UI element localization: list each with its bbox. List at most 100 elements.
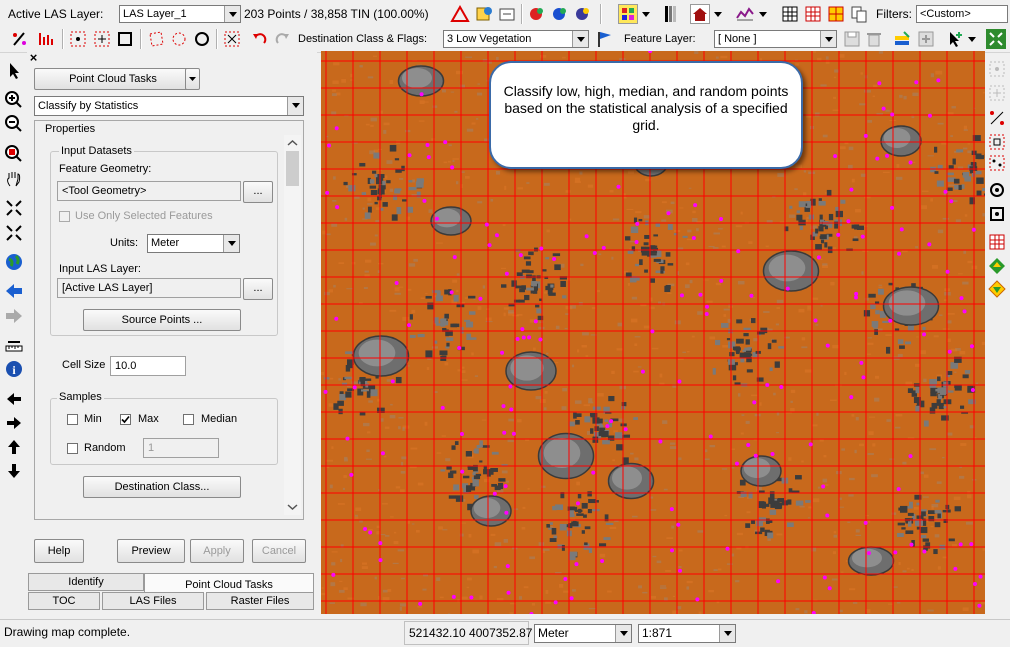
fixed-zoom-icon[interactable]: [4, 223, 24, 243]
tab-las-files[interactable]: LAS Files: [102, 592, 204, 610]
move-point-icon[interactable]: [987, 83, 1007, 103]
flag-icon[interactable]: [594, 29, 614, 49]
color-mode-dropdown-icon[interactable]: [640, 4, 652, 24]
select-scatter-icon[interactable]: [987, 153, 1007, 173]
clear-selection-icon[interactable]: [222, 29, 242, 49]
layer-add-icon[interactable]: [474, 4, 494, 24]
destination-class-button[interactable]: Destination Class...: [83, 476, 241, 498]
undo-icon[interactable]: [250, 29, 270, 49]
pointer-tool-icon[interactable]: [945, 29, 965, 49]
properties-scrollbar[interactable]: [284, 135, 301, 515]
select-points-icon[interactable]: [68, 29, 88, 49]
cell-size-input[interactable]: 10.0: [110, 356, 186, 376]
map-view[interactable]: Classify low, high, median, and random p…: [321, 51, 985, 614]
classify-ground-icon[interactable]: [573, 4, 593, 24]
layer-add-feature-icon[interactable]: [916, 29, 936, 49]
export-icon[interactable]: [497, 4, 517, 24]
nav-left-icon[interactable]: [4, 389, 24, 409]
status-units-select[interactable]: Meter: [534, 624, 632, 643]
scrollbar-thumb[interactable]: [286, 151, 299, 186]
tab-raster-files[interactable]: Raster Files: [206, 592, 314, 610]
layer-edit-icon[interactable]: [892, 29, 912, 49]
min-checkbox[interactable]: [67, 414, 78, 425]
active-las-select[interactable]: LAS Layer_1: [119, 5, 241, 23]
units-select[interactable]: Meter: [147, 234, 240, 253]
apply-button[interactable]: Apply: [190, 539, 244, 563]
select-circle-icon[interactable]: [192, 29, 212, 49]
zoom-extent-icon[interactable]: [986, 29, 1006, 49]
classify-red-icon[interactable]: [527, 4, 547, 24]
view-dropdown-icon[interactable]: [712, 4, 724, 24]
use-selected-checkbox[interactable]: [59, 211, 70, 222]
grid-icon[interactable]: [780, 4, 800, 24]
home-view-icon[interactable]: [690, 4, 710, 24]
help-button[interactable]: Help: [34, 539, 84, 563]
forward-arrow-icon[interactable]: [4, 306, 24, 326]
nav-up-icon[interactable]: [4, 437, 24, 457]
grid-red-icon[interactable]: [803, 4, 823, 24]
tool-select[interactable]: Classify by Statistics: [34, 96, 304, 116]
tab-toc[interactable]: TOC: [28, 592, 100, 610]
filters-select[interactable]: <Custom>: [916, 5, 1008, 23]
delete-icon[interactable]: [864, 29, 884, 49]
add-point-icon[interactable]: [987, 59, 1007, 79]
source-points-button[interactable]: Source Points ...: [83, 309, 241, 331]
save-icon[interactable]: [842, 29, 862, 49]
random-checkbox[interactable]: [67, 443, 78, 454]
input-las-browse-button[interactable]: ...: [243, 278, 273, 300]
pan-hand-icon[interactable]: [4, 169, 24, 189]
frame-icon[interactable]: [987, 204, 1007, 224]
tin-icon[interactable]: [450, 4, 470, 24]
grid-fill-icon[interactable]: [826, 4, 846, 24]
globe-icon[interactable]: [4, 252, 24, 272]
cross-section-icon[interactable]: [36, 29, 56, 49]
nav-down-icon[interactable]: [4, 461, 24, 481]
back-arrow-icon[interactable]: [4, 281, 24, 301]
diamond-down-icon[interactable]: [987, 279, 1007, 299]
select-square-icon[interactable]: [987, 132, 1007, 152]
input-las-field[interactable]: [Active LAS Layer]: [57, 278, 241, 298]
table-icon[interactable]: [987, 232, 1007, 252]
panel-close-icon[interactable]: ×: [28, 52, 39, 63]
select-lasso-icon[interactable]: [169, 29, 189, 49]
nav-right-icon[interactable]: [4, 413, 24, 433]
diamond-up-icon[interactable]: [987, 256, 1007, 276]
max-checkbox[interactable]: [120, 414, 131, 425]
random-count-input[interactable]: 1: [143, 438, 219, 458]
select-polygon-icon[interactable]: [146, 29, 166, 49]
tab-identify[interactable]: Identify: [28, 573, 144, 591]
zoom-in-icon[interactable]: [4, 90, 24, 110]
profile-dropdown-icon[interactable]: [757, 4, 769, 24]
tasks-dropdown-icon[interactable]: [185, 68, 200, 90]
classified-point: [859, 361, 863, 365]
redo-icon[interactable]: [272, 29, 292, 49]
full-extent-icon[interactable]: [4, 198, 24, 218]
tab-point-cloud-tasks[interactable]: Point Cloud Tasks: [144, 573, 314, 593]
copy-icon[interactable]: [849, 4, 869, 24]
edit-points-icon[interactable]: [10, 29, 30, 49]
info-icon[interactable]: i: [4, 359, 24, 379]
select-rect-icon[interactable]: [115, 29, 135, 49]
zoom-box-icon[interactable]: [4, 144, 24, 164]
zoom-out-icon[interactable]: [4, 114, 24, 134]
color-mode-icon[interactable]: [618, 4, 638, 24]
edit-vertex-icon[interactable]: [987, 108, 1007, 128]
select-area-icon[interactable]: [92, 29, 112, 49]
measure-icon[interactable]: [4, 335, 24, 355]
select-arrow-icon[interactable]: [4, 60, 24, 80]
cancel-button[interactable]: Cancel: [252, 539, 306, 563]
pointer-dropdown-icon[interactable]: [966, 29, 978, 49]
classify-blue-icon[interactable]: [550, 4, 570, 24]
feature-geometry-browse-button[interactable]: ...: [243, 181, 273, 203]
profile-icon[interactable]: [735, 4, 755, 24]
preview-button[interactable]: Preview: [117, 539, 185, 563]
grayscale-icon[interactable]: [660, 4, 680, 24]
target-icon[interactable]: [987, 180, 1007, 200]
point-cloud-tasks-button[interactable]: Point Cloud Tasks: [34, 68, 192, 90]
dest-class-select[interactable]: 3 Low Vegetation: [443, 30, 589, 48]
status-scale-select[interactable]: 1:871: [638, 624, 736, 643]
feature-geometry-field[interactable]: <Tool Geometry>: [57, 181, 241, 201]
feature-layer-select[interactable]: [ None ]: [714, 30, 837, 48]
terrain-speckle: [510, 612, 514, 614]
median-checkbox[interactable]: [183, 414, 194, 425]
